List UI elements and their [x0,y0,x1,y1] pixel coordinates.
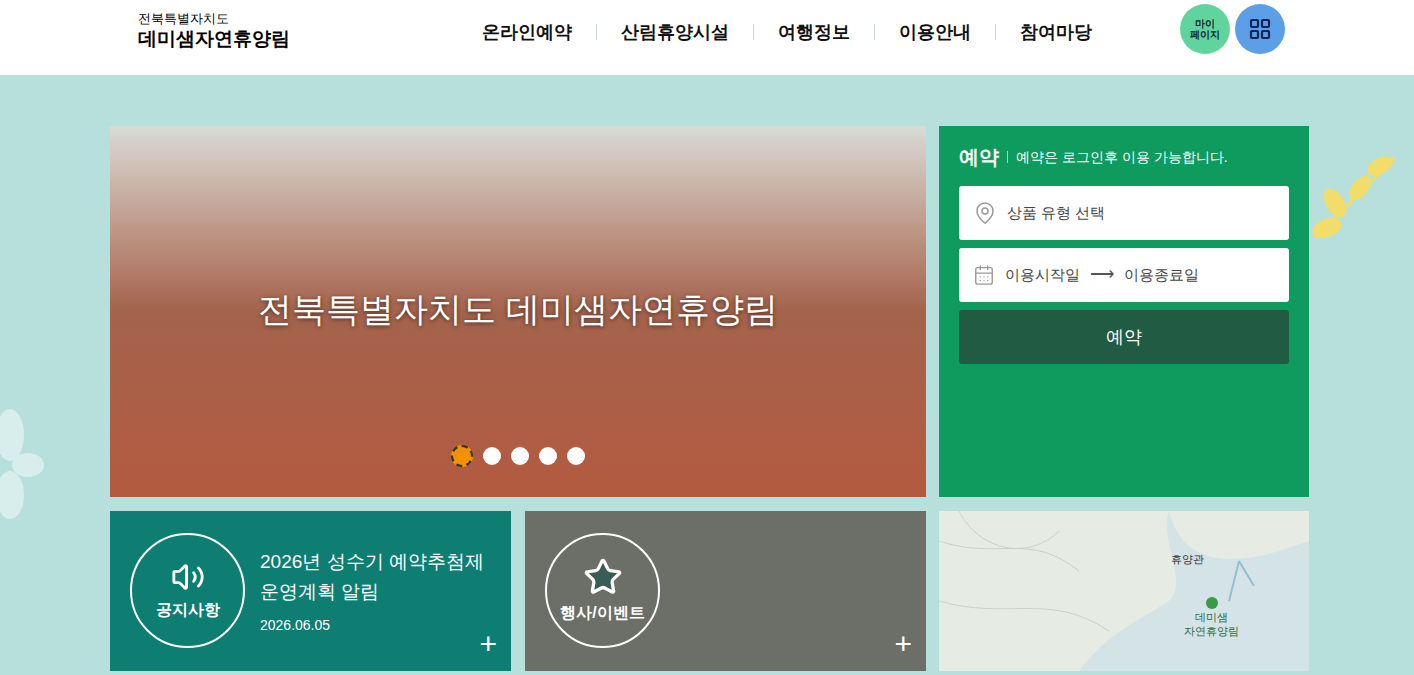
map-label: 데미샘 자연휴양림 [1184,611,1239,639]
slide-dots [451,445,585,467]
nav-separator [995,24,996,40]
calendar-icon [973,264,995,286]
page: 전북특별자치도데미샘자연휴양림온라인예약 산림휴양시설 여행정보 이용안내 참여마당 마이… [0,0,1414,675]
reservation-title: 예약 [959,142,999,172]
product-select[interactable]: 상품 유형 선택 [959,186,1289,240]
card-badge: 행사/이벤트 [545,533,660,648]
mypage-button[interactable]: 마이페이지 [1180,4,1230,54]
nav-item[interactable]: 온라인예약 [482,19,572,46]
leaf-decoration-icon [1305,148,1405,248]
main-nav: 온라인예약 산림휴양시설 여행정보 이용안내 참여마당 [482,4,1092,60]
sitemap-button[interactable] [1235,4,1285,54]
nav-item[interactable]: 이용안내 [899,19,971,46]
nav-item[interactable]: 산림휴양시설 [621,19,729,46]
logo-title: 데미샘자연휴양림 [138,27,482,51]
nav-separator [874,24,875,40]
events-card[interactable]: 행사/이벤트 + [525,511,926,671]
slide-dot[interactable] [567,447,585,465]
slide-dot[interactable] [451,445,473,467]
star-icon [583,557,623,597]
hero-caption: 전북특별자치도 데미샘자연휴양림 [258,284,777,335]
map-label: 휴양관 [1171,551,1204,568]
reservation-note: 예약은 로그인후 이용 가능합니다. [1016,147,1228,168]
reservation-panel: 예약예약은 로그인후 이용 가능합니다.상품 유형 선택이용시작일⟶이용종료일예… [939,126,1309,497]
map-terrain-icon [939,511,1309,671]
site-header: 전북특별자치도데미샘자연휴양림온라인예약 산림휴양시설 여행정보 이용안내 참여마당 마이… [0,0,1414,75]
notice-card[interactable]: 공지사항2026년 성수기 예약추첨제 운영계획 알림 2026.06.05+ [110,511,511,671]
slide-dot[interactable] [483,447,501,465]
notice-title: 2026년 성수기 예약추첨제 운영계획 알림 [260,547,490,607]
location-icon [973,201,997,225]
slide-dot[interactable] [511,447,529,465]
map-panel[interactable]: 휴양관데미샘 자연휴양림 [939,511,1309,671]
notice-date: 2026.06.05 [260,615,490,636]
more-button[interactable]: + [479,629,497,659]
nav-separator [596,24,597,40]
nav-item[interactable]: 참여마당 [1020,19,1092,46]
reserve-button[interactable]: 예약 [959,310,1289,364]
card-badge: 공지사항 [130,533,245,648]
nav-item[interactable]: 여행정보 [778,19,850,46]
speaker-icon [171,560,205,594]
map-pin-icon [1206,597,1218,609]
flower-decoration-icon [0,405,50,525]
site-logo[interactable]: 전북특별자치도데미샘자연휴양림 [138,4,482,51]
logo-region: 전북특별자치도 [138,11,482,27]
nav-separator [753,24,754,40]
date-range-field[interactable]: 이용시작일⟶이용종료일 [959,248,1289,302]
grid-icon [1248,17,1272,41]
more-button[interactable]: + [894,629,912,659]
slide-dot[interactable] [539,447,557,465]
hero-slider[interactable]: 전북특별자치도 데미샘자연휴양림 [110,126,926,497]
